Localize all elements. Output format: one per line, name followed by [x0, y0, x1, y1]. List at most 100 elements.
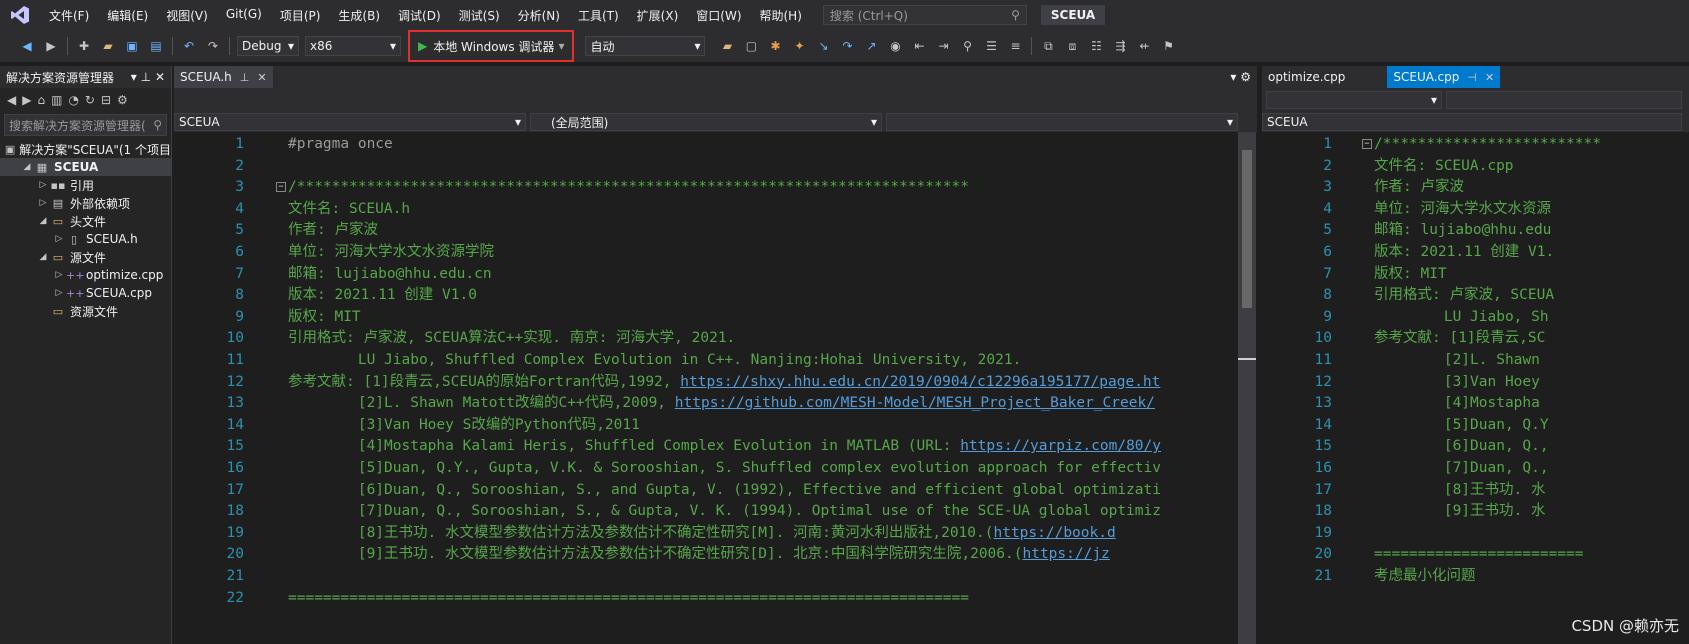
collapse-all-icon[interactable]: ⊟ [101, 93, 111, 107]
screenshot-icon[interactable]: ▢ [742, 37, 760, 55]
switch-views-icon[interactable]: ▥ [51, 93, 62, 107]
back-icon[interactable]: ◀ [7, 93, 16, 107]
tree-item[interactable]: ▷ ++ SCEUA.cpp [0, 284, 171, 302]
close-icon[interactable]: ✕ [257, 71, 266, 84]
right-top-dropdown[interactable]: ▾ [1266, 91, 1442, 109]
comment-icon[interactable]: ☰ [982, 37, 1000, 55]
forward-icon[interactable]: ▶ [22, 93, 31, 107]
code-link[interactable]: https://github.com/MESH-Model/MESH_Proje… [675, 395, 1155, 411]
menu-item[interactable]: 测试(S) [450, 7, 509, 24]
code-link[interactable]: https://jz [1022, 546, 1109, 562]
right-code-editor[interactable]: 1 −/************************* 2 文件名: SCEUA.… [1262, 132, 1689, 644]
tab-overflow-icon[interactable]: ▾ ⚙ [1224, 66, 1257, 88]
expand-icon[interactable]: ▷ [52, 288, 66, 298]
right-file-dropdown[interactable]: SCEUA [1262, 113, 1682, 131]
expand-icon[interactable]: ▷ [52, 270, 66, 280]
menu-item[interactable]: 帮助(H) [751, 7, 811, 24]
tab-sceua-h[interactable]: SCEUA.h ⊥ ✕ [174, 66, 273, 88]
code-link[interactable]: https://book.d [993, 525, 1115, 541]
indent-icon[interactable]: ⇶ [1111, 37, 1129, 55]
tree-item[interactable]: ▷ ++ optimize.cpp [0, 266, 171, 284]
pin-icon[interactable]: ⊥ [141, 70, 151, 84]
menu-item[interactable]: 项目(P) [271, 7, 330, 24]
start-debugging-button[interactable]: ▶ 本地 Windows 调试器 ▾ [408, 30, 575, 62]
close-icon[interactable]: ✕ [155, 70, 165, 84]
find-icon[interactable]: ⚲ [958, 37, 976, 55]
refresh-icon[interactable]: ↻ [85, 93, 95, 107]
tree-item[interactable]: ◢ ▦ SCEUA [0, 158, 171, 176]
step-over-icon[interactable]: ↷ [838, 37, 856, 55]
expand-icon[interactable]: ▷ [36, 180, 50, 190]
folder-icon[interactable]: ▰ [718, 37, 736, 55]
menu-item[interactable]: 生成(B) [329, 7, 389, 24]
chevron-down-icon[interactable]: ▾ [131, 70, 137, 84]
tree-item[interactable]: ◢ ▭ 头文件 [0, 212, 171, 230]
collapse-icon[interactable]: ◢ [36, 252, 50, 262]
config-select[interactable]: Debug ▾ [237, 36, 299, 56]
history-icon[interactable]: ◔ [68, 93, 78, 107]
menu-item[interactable]: 视图(V) [157, 7, 217, 24]
build-icon[interactable]: ⧉ [1039, 37, 1057, 55]
properties-icon[interactable]: ⚙ [117, 93, 128, 107]
breakpoint-icon[interactable]: ◉ [886, 37, 904, 55]
auto-select[interactable]: 自动 ▾ [585, 36, 706, 56]
tree-item[interactable]: ▷ ▪▪ 引用 [0, 176, 171, 194]
format-icon[interactable]: ☷ [1087, 37, 1105, 55]
pin-icon[interactable]: ⊥ [240, 71, 250, 84]
file-dropdown[interactable]: SCEUA ▾ [174, 113, 526, 131]
member-dropdown[interactable]: ▾ [886, 113, 1238, 131]
bookmark-prev-icon[interactable]: ⇤ [910, 37, 928, 55]
fold-toggle-icon[interactable]: − [1362, 139, 1372, 149]
diagnostics-icon[interactable]: ✱ [766, 37, 784, 55]
new-item-icon[interactable]: ✚ [75, 37, 93, 55]
fold-toggle-icon[interactable]: − [276, 182, 286, 193]
menu-item[interactable]: 分析(N) [509, 7, 569, 24]
tab-sceua-cpp[interactable]: SCEUA.cpp ⊣ ✕ [1387, 66, 1501, 88]
menu-item[interactable]: 扩展(X) [628, 7, 688, 24]
menu-item[interactable]: 编辑(E) [98, 7, 157, 24]
forward-icon[interactable]: ▶ [42, 37, 60, 55]
tree-item[interactable]: ◢ ▭ 源文件 [0, 248, 171, 266]
bookmark-icon[interactable]: ⚑ [1159, 37, 1177, 55]
tree-item[interactable]: ▷ ▤ 外部依赖项 [0, 194, 171, 212]
right-top-dropdown-2[interactable] [1446, 91, 1682, 109]
menu-item[interactable]: 窗口(W) [687, 7, 750, 24]
visual-studio-logo-icon[interactable] [0, 0, 40, 30]
redo-icon[interactable]: ↷ [204, 37, 222, 55]
home-icon[interactable]: ⌂ [37, 93, 45, 107]
collapse-icon[interactable]: ◢ [20, 162, 34, 172]
left-vertical-scrollbar[interactable] [1238, 132, 1256, 644]
outdent-icon[interactable]: ⇷ [1135, 37, 1153, 55]
menu-item[interactable]: 调试(D) [389, 7, 450, 24]
code-link[interactable]: https://shxy.hhu.edu.cn/2019/0904/c12296… [680, 374, 1160, 390]
bookmark-next-icon[interactable]: ⇥ [934, 37, 952, 55]
platform-select[interactable]: x86 ▾ [305, 36, 401, 56]
code-link[interactable]: https://yarpiz.com/80/y [960, 438, 1161, 454]
tree-item[interactable]: ▷ ▯ SCEUA.h [0, 230, 171, 248]
save-all-icon[interactable]: ▤ [147, 37, 165, 55]
left-code-editor[interactable]: 1 #pragma once 2 3 −/***********************… [174, 132, 1238, 644]
uncomment-icon[interactable]: ≡ [1006, 37, 1024, 55]
search-input[interactable]: 搜索 (Ctrl+Q) ⚲ [822, 5, 1027, 25]
tree-item[interactable]: ▭ 资源文件 [0, 302, 171, 320]
solution-explorer-search-input[interactable]: 搜索解决方案资源管理器( ⚲ [4, 114, 167, 136]
scope-dropdown[interactable]: (全局范围) ▾ [530, 113, 882, 131]
scrollbar-thumb[interactable] [1242, 150, 1252, 308]
step-into-icon[interactable]: ↘ [814, 37, 832, 55]
save-icon[interactable]: ▣ [123, 37, 141, 55]
tree-item[interactable]: ▣ 解决方案"SCEUA"(1 个项目 [0, 140, 171, 158]
menu-item[interactable]: 文件(F) [40, 7, 98, 24]
expand-icon[interactable]: ▷ [52, 234, 66, 244]
tab-optimize-cpp[interactable]: optimize.cpp [1262, 66, 1352, 88]
undo-icon[interactable]: ↶ [180, 37, 198, 55]
pin-icon[interactable]: ⊣ [1467, 71, 1477, 84]
hot-reload-icon[interactable]: ✦ [790, 37, 808, 55]
menu-item[interactable]: Git(G) [217, 7, 271, 24]
collapse-icon[interactable]: ◢ [36, 216, 50, 226]
step-out-icon[interactable]: ↗ [862, 37, 880, 55]
rebuild-icon[interactable]: ⧈ [1063, 37, 1081, 55]
open-folder-icon[interactable]: ▰ [99, 37, 117, 55]
close-icon[interactable]: ✕ [1485, 71, 1494, 84]
expand-icon[interactable]: ▷ [36, 198, 50, 208]
back-icon[interactable]: ◀ [18, 37, 36, 55]
